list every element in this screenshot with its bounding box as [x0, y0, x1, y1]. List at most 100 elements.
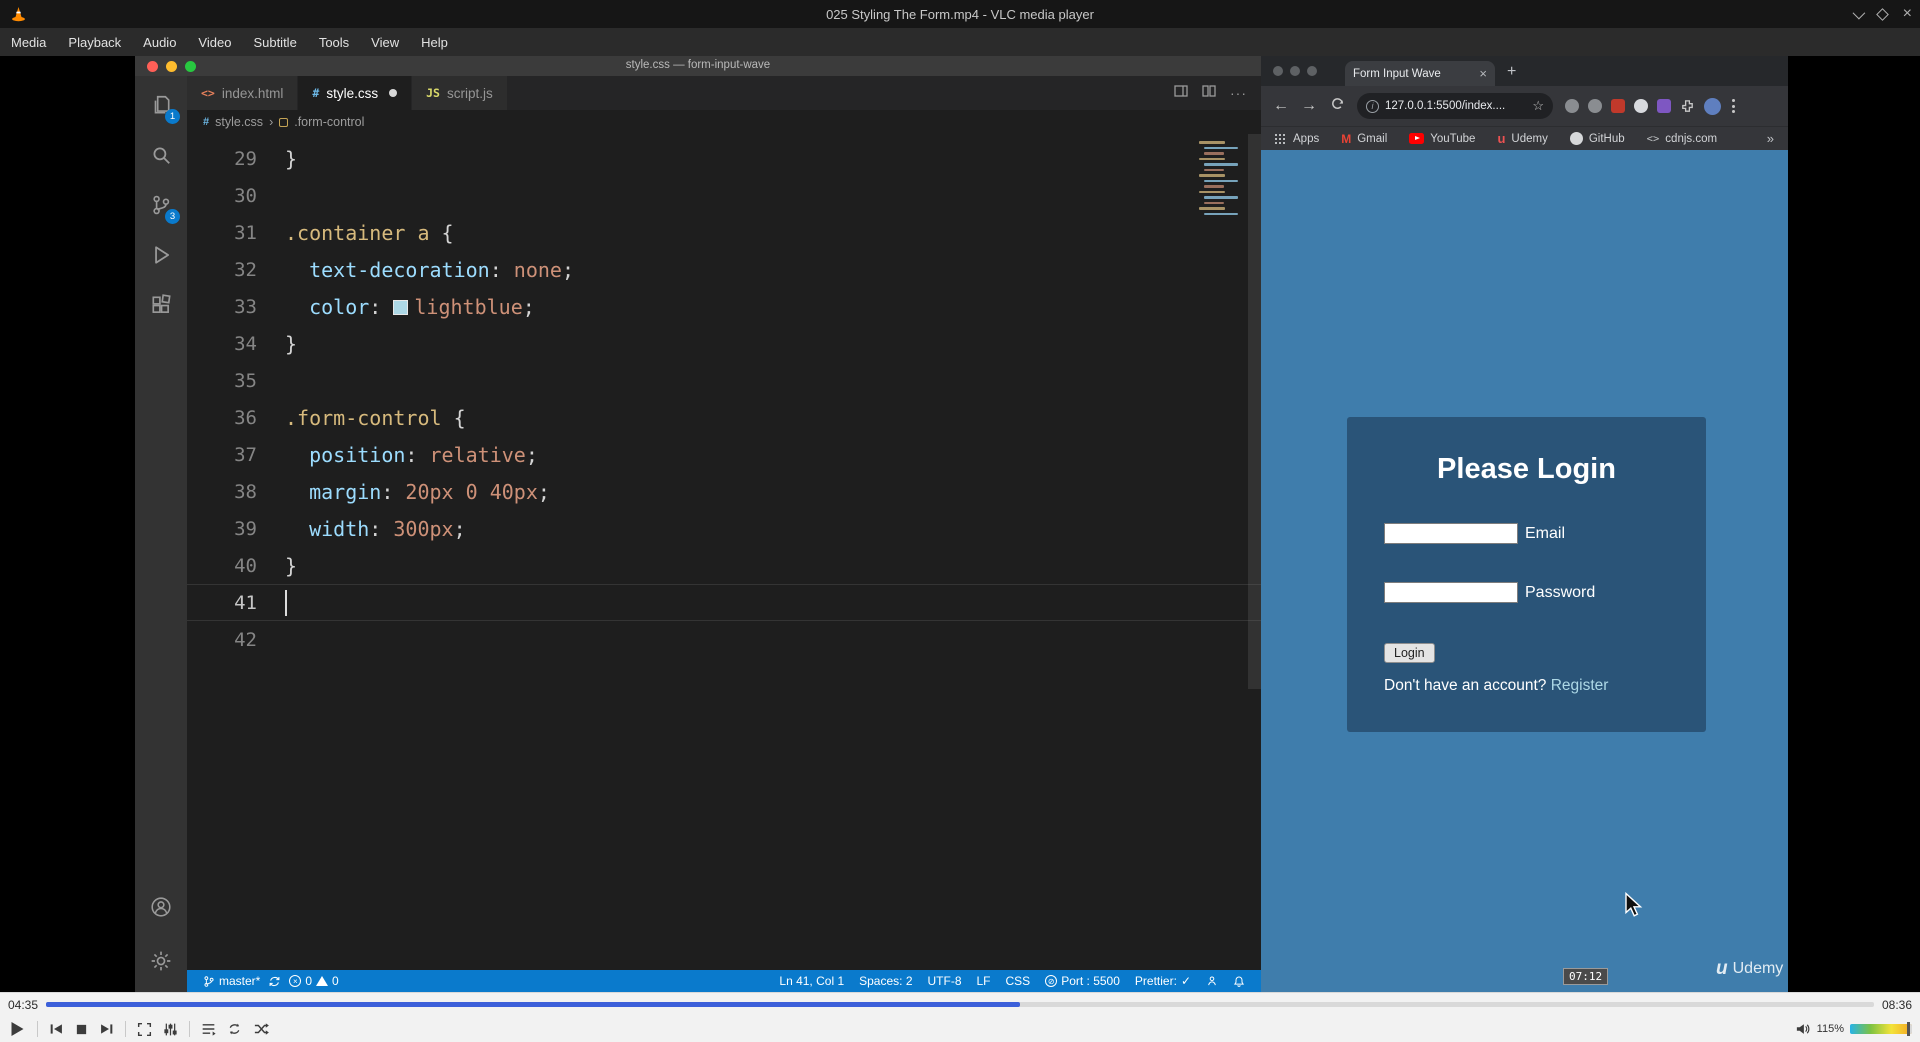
source-control-icon[interactable]: 3 [135, 180, 187, 230]
tab-script-js[interactable]: JS script.js [412, 76, 508, 110]
menu-item-help[interactable]: Help [410, 28, 459, 56]
tab-index-html[interactable]: <> index.html [187, 76, 299, 110]
code-line[interactable]: 38 margin: 20px 0 40px; [187, 473, 1261, 510]
volume-slider[interactable] [1850, 1022, 1912, 1036]
menu-item-media[interactable]: Media [0, 28, 57, 56]
extensions-icon[interactable] [135, 280, 187, 330]
breadcrumb[interactable]: # style.css › .form-control [187, 110, 1261, 134]
login-button[interactable]: Login [1384, 643, 1435, 663]
extension-icon-4[interactable] [1634, 99, 1648, 113]
toggle-layout-icon[interactable] [1174, 84, 1188, 102]
code-line[interactable]: 33 color: lightblue; [187, 288, 1261, 325]
address-bar[interactable]: i 127.0.0.1:5500/index.... ☆ [1357, 93, 1553, 119]
menu-item-subtitle[interactable]: Subtitle [242, 28, 307, 56]
code-line[interactable]: 35 [187, 362, 1261, 399]
url-text[interactable]: 127.0.0.1:5500/index.... [1385, 100, 1526, 112]
code-line[interactable]: 36 .form-control { [187, 399, 1261, 436]
run-debug-icon[interactable] [135, 230, 187, 280]
encoding[interactable]: UTF-8 [928, 974, 962, 988]
notifications-bell-icon[interactable] [1233, 975, 1245, 988]
tab-close-icon[interactable]: × [1479, 66, 1487, 81]
code-line[interactable]: 40} [187, 547, 1261, 584]
settings-gear-icon[interactable] [135, 936, 187, 986]
menu-item-view[interactable]: View [360, 28, 410, 56]
video-frame[interactable]: style.css — form-input-wave 1 3 <> index… [0, 56, 1920, 992]
code-line[interactable]: 31 .container a { [187, 214, 1261, 251]
extension-icon-3[interactable] [1611, 99, 1625, 113]
chrome-zoom-traffic-light[interactable] [1307, 66, 1317, 76]
bookmark-star-icon[interactable]: ☆ [1532, 98, 1544, 114]
browser-tab[interactable]: Form Input Wave × [1345, 61, 1495, 86]
extension-icon-5[interactable] [1657, 99, 1671, 113]
code-line[interactable]: 37 position: relative; [187, 436, 1261, 473]
search-icon[interactable] [135, 130, 187, 180]
register-link[interactable]: Register [1551, 677, 1609, 694]
bookmarks-overflow-icon[interactable]: » [1767, 131, 1774, 146]
site-info-icon[interactable]: i [1366, 99, 1379, 113]
volume-handle[interactable] [1907, 1022, 1911, 1036]
new-tab-icon[interactable]: + [1507, 64, 1516, 80]
menu-item-video[interactable]: Video [187, 28, 242, 56]
back-icon[interactable]: ← [1271, 97, 1291, 115]
code-line[interactable]: 42 [187, 621, 1261, 658]
profile-avatar[interactable] [1704, 97, 1721, 115]
extension-icon-1[interactable] [1565, 99, 1579, 113]
extensions-puzzle-icon[interactable] [1680, 99, 1695, 114]
explorer-icon[interactable]: 1 [135, 80, 187, 130]
modified-dot-icon[interactable] [389, 89, 398, 97]
indentation[interactable]: Spaces: 2 [859, 974, 912, 988]
bookmark-gmail[interactable]: M Gmail [1341, 132, 1387, 146]
bookmark-udemy[interactable]: u Udemy [1497, 131, 1547, 146]
shuffle-button[interactable] [253, 1022, 269, 1036]
extension-icon-2[interactable] [1588, 99, 1602, 113]
cursor-position[interactable]: Ln 41, Col 1 [779, 974, 844, 988]
sync-indicator[interactable] [268, 975, 281, 988]
chrome-menu-icon[interactable] [1732, 99, 1735, 113]
breadcrumb-file[interactable]: style.css [215, 115, 263, 129]
volume-speaker-icon[interactable] [1795, 1022, 1811, 1036]
code-line[interactable]: 29} [187, 140, 1261, 177]
code-line[interactable]: 32 text-decoration: none; [187, 251, 1261, 288]
menu-item-audio[interactable]: Audio [132, 28, 187, 56]
maximize-icon[interactable] [1875, 7, 1889, 21]
seek-bar[interactable] [46, 1002, 1874, 1007]
chrome-close-traffic-light[interactable] [1273, 66, 1283, 76]
language-mode[interactable]: CSS [1006, 974, 1031, 988]
menu-item-playback[interactable]: Playback [57, 28, 132, 56]
bookmark-youtube[interactable]: YouTube [1409, 133, 1475, 145]
chrome-minimize-traffic-light[interactable] [1290, 66, 1300, 76]
breadcrumb-symbol[interactable]: .form-control [294, 115, 364, 129]
live-share-icon[interactable] [1206, 975, 1218, 987]
eol[interactable]: LF [977, 974, 991, 988]
color-swatch[interactable] [393, 299, 409, 315]
password-input[interactable] [1384, 582, 1518, 603]
code-line[interactable]: 34} [187, 325, 1261, 362]
fullscreen-button[interactable] [137, 1022, 152, 1037]
email-input[interactable] [1384, 523, 1518, 544]
more-actions-icon[interactable]: ··· [1230, 85, 1247, 101]
loop-button[interactable] [227, 1022, 242, 1036]
code-editor[interactable]: 29} 30 31 .container a {32 text-decoration:… [187, 134, 1261, 970]
bookmark-github[interactable]: GitHub [1569, 132, 1625, 145]
extended-settings-button[interactable] [163, 1022, 178, 1037]
tab-style-css[interactable]: # style.css [298, 76, 413, 110]
git-branch-indicator[interactable]: master* [203, 974, 260, 988]
code-line[interactable]: 41 [187, 584, 1261, 621]
live-server-port[interactable]: ⊘ Port : 5500 [1045, 974, 1120, 988]
bookmark-cdnjs-com[interactable]: <> cdnjs.com [1647, 133, 1717, 145]
forward-icon[interactable]: → [1299, 97, 1319, 115]
previous-button[interactable] [49, 1022, 64, 1036]
editor-scrollbar[interactable] [1248, 134, 1261, 689]
prettier-status[interactable]: Prettier: ✓ [1135, 974, 1191, 988]
next-button[interactable] [99, 1022, 114, 1036]
playlist-button[interactable] [201, 1022, 216, 1036]
menu-item-tools[interactable]: Tools [308, 28, 360, 56]
problems-indicator[interactable]: × 0 0 [289, 974, 339, 988]
account-icon[interactable] [135, 882, 187, 932]
split-editor-icon[interactable] [1202, 84, 1216, 102]
reload-icon[interactable] [1327, 96, 1347, 116]
close-icon[interactable]: × [1903, 6, 1912, 22]
minimize-icon[interactable] [1852, 6, 1865, 19]
code-line[interactable]: 39 width: 300px; [187, 510, 1261, 547]
bookmark-apps[interactable]: Apps [1275, 133, 1319, 145]
